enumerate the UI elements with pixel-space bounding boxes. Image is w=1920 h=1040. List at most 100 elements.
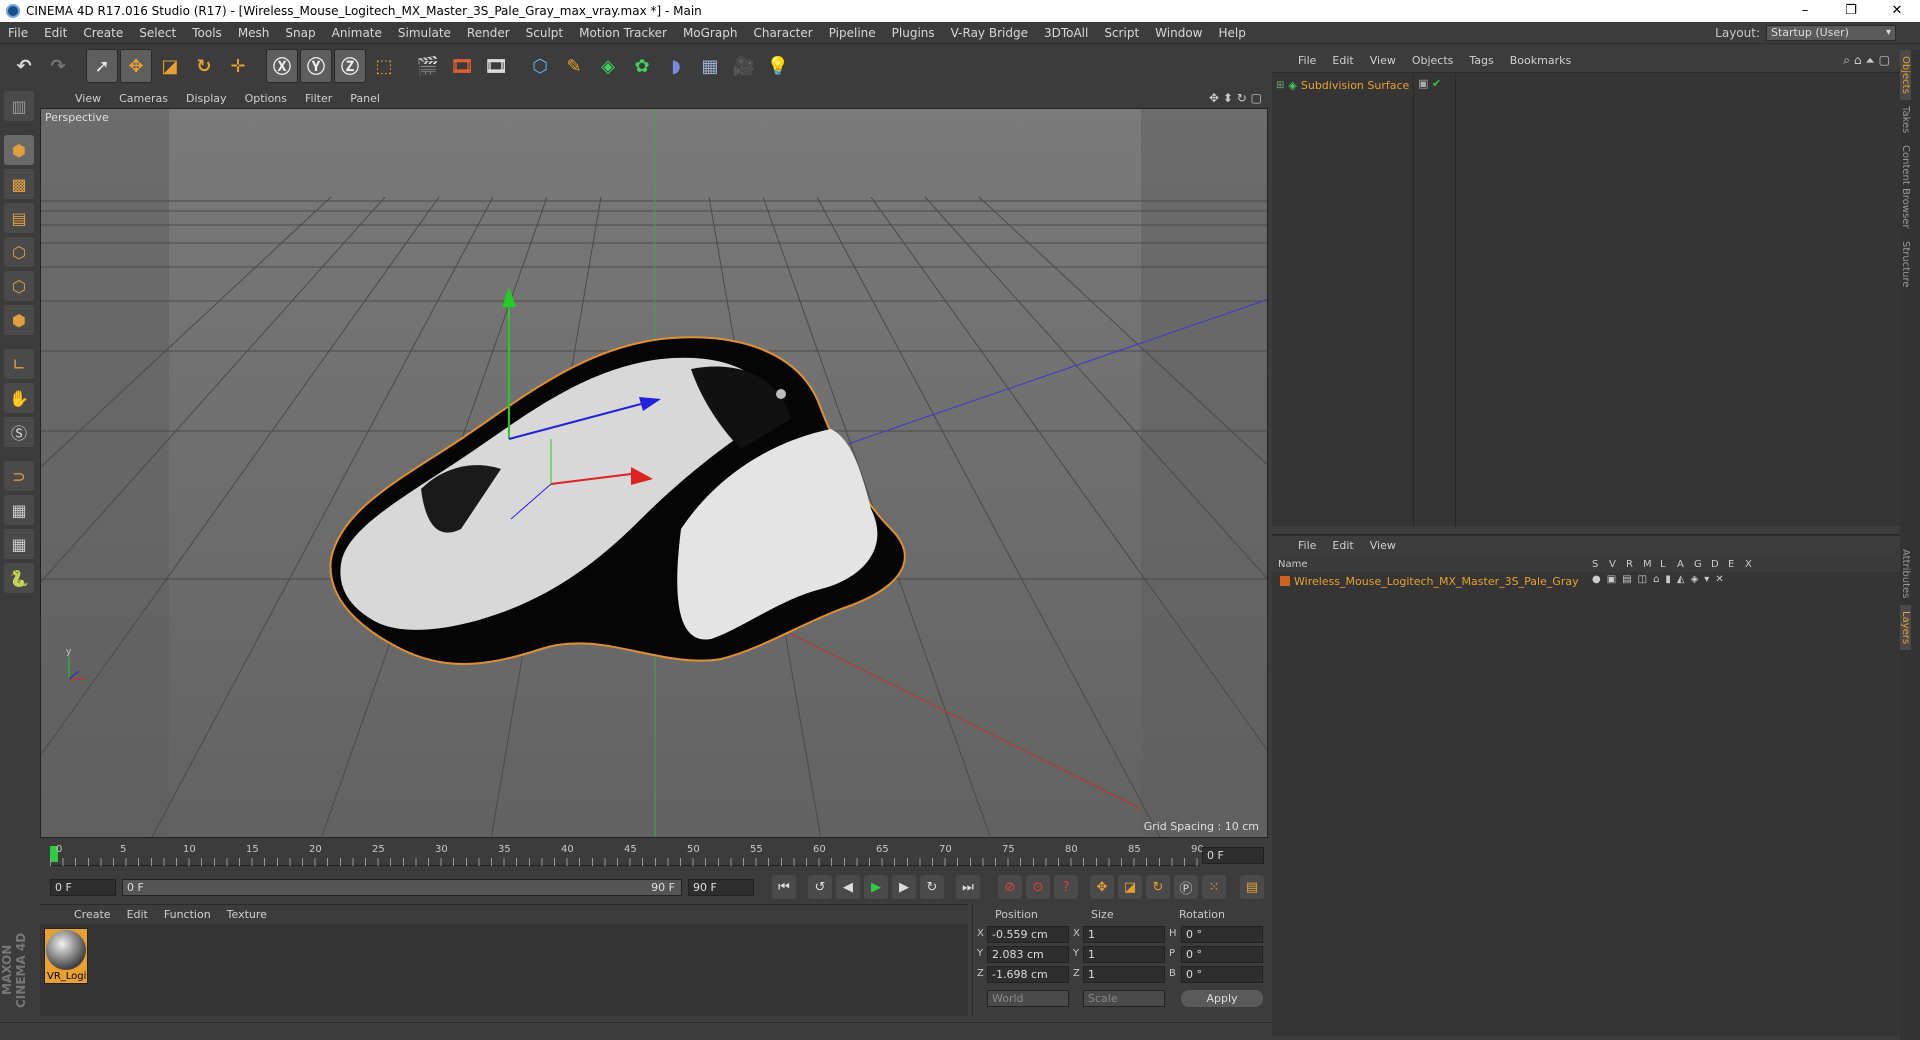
menu-vray-bridge[interactable]: V-Ray Bridge xyxy=(943,26,1036,40)
layer-name[interactable]: Wireless_Mouse_Logitech_MX_Master_3S_Pal… xyxy=(1294,575,1579,588)
perspective-viewport[interactable]: y Perspective Grid Spacing : 10 cm xyxy=(40,108,1268,838)
end-frame-field[interactable]: 90 F xyxy=(688,878,754,896)
menu-window[interactable]: Window xyxy=(1147,26,1210,40)
close-button[interactable]: ✕ xyxy=(1874,0,1920,22)
recent-tool-icon[interactable]: ✛ xyxy=(222,49,254,83)
maximize-button[interactable]: ❐ xyxy=(1828,0,1874,22)
axis-mode-icon[interactable]: ∟ xyxy=(4,349,34,379)
viewport-menu-options[interactable]: Options xyxy=(236,92,296,105)
cube-icon[interactable]: ⬡ xyxy=(524,49,556,83)
layout-select[interactable]: Startup (User) xyxy=(1766,24,1896,41)
make-editable-icon[interactable]: ▥ xyxy=(4,91,34,121)
undo-icon[interactable]: ↶ xyxy=(8,49,40,83)
timeline-ruler[interactable]: 0 5 10 15 20 25 30 35 40 45 50 55 60 65 … xyxy=(40,842,1268,870)
viewport-menu-cameras[interactable]: Cameras xyxy=(110,92,177,105)
object-name[interactable]: Subdivision Surface xyxy=(1301,79,1409,92)
next-key-icon[interactable]: ↻ xyxy=(920,875,944,899)
objects-menu-tags[interactable]: Tags xyxy=(1461,54,1501,67)
record-active-objects-icon[interactable]: ⊘ xyxy=(998,875,1022,899)
start-frame-field[interactable]: 0 F xyxy=(50,878,116,896)
timeline-window-icon[interactable]: ▤ xyxy=(1240,875,1264,899)
menu-sculpt[interactable]: Sculpt xyxy=(518,26,571,40)
rotation-key-icon[interactable]: ↻ xyxy=(1146,875,1170,899)
python-icon[interactable]: 🐍 xyxy=(4,563,34,593)
coordinate-system-icon[interactable]: ⬚ xyxy=(368,49,400,83)
side-tab-attributes[interactable]: Attributes xyxy=(1900,543,1911,604)
autokeying-icon[interactable]: ⊙ xyxy=(1026,875,1050,899)
menu-tools[interactable]: Tools xyxy=(184,26,230,40)
rotation-b-field[interactable]: 0 ° xyxy=(1181,966,1263,983)
minimize-button[interactable]: – xyxy=(1782,0,1828,22)
objects-search-icon[interactable]: ⌕ ⌂ ⏶ ▢ xyxy=(1843,53,1900,68)
mograph-cloner-icon[interactable]: ✿ xyxy=(626,49,658,83)
rotation-h-field[interactable]: 0 ° xyxy=(1181,926,1263,943)
texture-mode-icon[interactable]: ▩ xyxy=(4,169,34,199)
object-row-subdivision-surface[interactable]: ⊞ ◈ Subdivision Surface xyxy=(1276,77,1409,93)
size-z-field[interactable]: 1 xyxy=(1083,966,1165,983)
point-level-icon[interactable]: ⁙ xyxy=(1202,875,1226,899)
lock-workplane-icon[interactable]: ▦ xyxy=(4,495,34,525)
scale-icon[interactable]: ◪ xyxy=(154,49,186,83)
next-frame-icon[interactable]: ▶ xyxy=(892,875,916,899)
menu-mesh[interactable]: Mesh xyxy=(230,26,278,40)
points-mode-icon[interactable]: ⬡ xyxy=(4,237,34,267)
world-dropdown[interactable]: World xyxy=(987,990,1069,1007)
deformer-icon[interactable]: ◗ xyxy=(660,49,692,83)
timeline-track[interactable]: 0 5 10 15 20 25 30 35 40 45 50 55 60 65 … xyxy=(50,844,1204,866)
object-visibility-icons[interactable]: ▣ ✔ xyxy=(1418,77,1441,90)
y-axis-icon[interactable]: Ⓨ xyxy=(300,49,332,83)
menu-3dtoall[interactable]: 3DToAll xyxy=(1036,26,1096,40)
render-picture-viewer-icon[interactable]: 🎞 xyxy=(446,49,478,83)
menu-create[interactable]: Create xyxy=(75,26,131,40)
side-tab-content-browser[interactable]: Content Browser xyxy=(1900,139,1911,234)
position-x-field[interactable]: -0.559 cm xyxy=(987,926,1069,943)
previous-key-icon[interactable]: ↺ xyxy=(808,875,832,899)
side-tab-takes[interactable]: Takes xyxy=(1900,100,1911,139)
material-menu-function[interactable]: Function xyxy=(156,908,219,921)
menu-file[interactable]: File xyxy=(0,26,36,40)
side-tab-structure[interactable]: Structure xyxy=(1900,235,1911,294)
position-y-field[interactable]: 2.083 cm xyxy=(987,946,1069,963)
x-axis-icon[interactable]: Ⓧ xyxy=(266,49,298,83)
rotation-p-field[interactable]: 0 ° xyxy=(1181,946,1263,963)
model-mode-icon[interactable]: ⬢ xyxy=(4,135,34,165)
menu-plugins[interactable]: Plugins xyxy=(884,26,943,40)
layers-menu-view[interactable]: View xyxy=(1362,539,1404,552)
viewport-nav-icons[interactable]: ✥ ⬍ ↻ ▢ xyxy=(1209,91,1268,105)
render-settings-icon[interactable]: 🎞 xyxy=(480,49,512,83)
play-forward-icon[interactable]: ▶ xyxy=(864,875,888,899)
snap-icon[interactable]: Ⓢ xyxy=(4,417,34,447)
menu-mograph[interactable]: MoGraph xyxy=(675,26,746,40)
objects-menu-file[interactable]: File xyxy=(1290,54,1324,67)
redo-icon[interactable]: ↷ xyxy=(42,49,74,83)
menu-help[interactable]: Help xyxy=(1210,26,1253,40)
edges-mode-icon[interactable]: ⬡ xyxy=(4,271,34,301)
go-to-end-icon[interactable]: ⏭ xyxy=(956,875,980,899)
objects-menu-bookmarks[interactable]: Bookmarks xyxy=(1502,54,1579,67)
current-frame-field[interactable]: 0 F xyxy=(1202,847,1264,864)
menu-simulate[interactable]: Simulate xyxy=(390,26,459,40)
material-swatch[interactable]: VR_Logi xyxy=(44,928,88,984)
planar-workplane-icon[interactable]: ▦ xyxy=(4,529,34,559)
side-tab-objects[interactable]: Objects xyxy=(1900,50,1911,100)
scale-dropdown[interactable]: Scale xyxy=(1083,990,1165,1007)
go-to-start-icon[interactable]: ⏮ xyxy=(772,875,796,899)
side-tab-layers[interactable]: Layers xyxy=(1900,604,1911,650)
select-arrow-icon[interactable]: ➚ xyxy=(86,49,118,83)
menu-snap[interactable]: Snap xyxy=(277,26,323,40)
menu-character[interactable]: Character xyxy=(745,26,820,40)
material-menu-create[interactable]: Create xyxy=(66,908,119,921)
objects-menu-edit[interactable]: Edit xyxy=(1324,54,1361,67)
material-menu-edit[interactable]: Edit xyxy=(119,908,156,921)
menu-render[interactable]: Render xyxy=(459,26,518,40)
viewport-menu-panel[interactable]: Panel xyxy=(341,92,389,105)
size-x-field[interactable]: 1 xyxy=(1083,926,1165,943)
menu-animate[interactable]: Animate xyxy=(324,26,390,40)
size-y-field[interactable]: 1 xyxy=(1083,946,1165,963)
layers-menu-file[interactable]: File xyxy=(1290,539,1324,552)
menu-edit[interactable]: Edit xyxy=(36,26,75,40)
expand-icon[interactable]: ⊞ xyxy=(1276,80,1284,91)
previous-frame-icon[interactable]: ◀ xyxy=(836,875,860,899)
viewport-menu-filter[interactable]: Filter xyxy=(296,92,341,105)
parameter-key-icon[interactable]: Ⓟ xyxy=(1174,875,1198,899)
